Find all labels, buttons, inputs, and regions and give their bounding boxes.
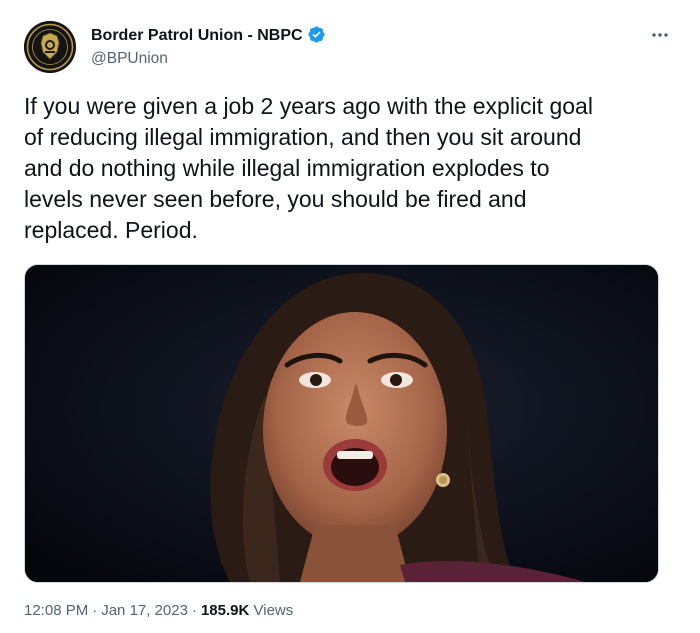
verified-badge-icon <box>307 26 325 43</box>
tweet-text: If you were given a job 2 years ago with… <box>24 93 593 243</box>
tweet-photo[interactable] <box>24 264 659 583</box>
more-options-button[interactable] <box>648 25 672 45</box>
border-patrol-badge-logo-icon <box>24 21 76 73</box>
meta-separator: · <box>191 602 197 619</box>
tweet-meta: 12:08 PM · Jan 17, 2023 · 185.9K Views <box>24 601 293 621</box>
author-display-name[interactable]: Border Patrol Union - NBPC <box>91 25 326 46</box>
tweet-card: Border Patrol Union - NBPC @BPUnion If y… <box>0 0 700 633</box>
avatar[interactable] <box>24 21 76 73</box>
author-handle[interactable]: @BPUnion <box>91 49 168 69</box>
author-name-text: Border Patrol Union - NBPC <box>91 27 303 44</box>
views-label: Views <box>253 602 294 619</box>
tweet-date[interactable]: Jan 17, 2023 <box>101 602 188 619</box>
views-count: 185.9K <box>200 602 250 619</box>
tweet-time[interactable]: 12:08 PM <box>24 602 88 619</box>
meta-separator: · <box>92 602 98 619</box>
more-horizontal-icon <box>652 33 668 37</box>
photo-image <box>25 265 658 582</box>
